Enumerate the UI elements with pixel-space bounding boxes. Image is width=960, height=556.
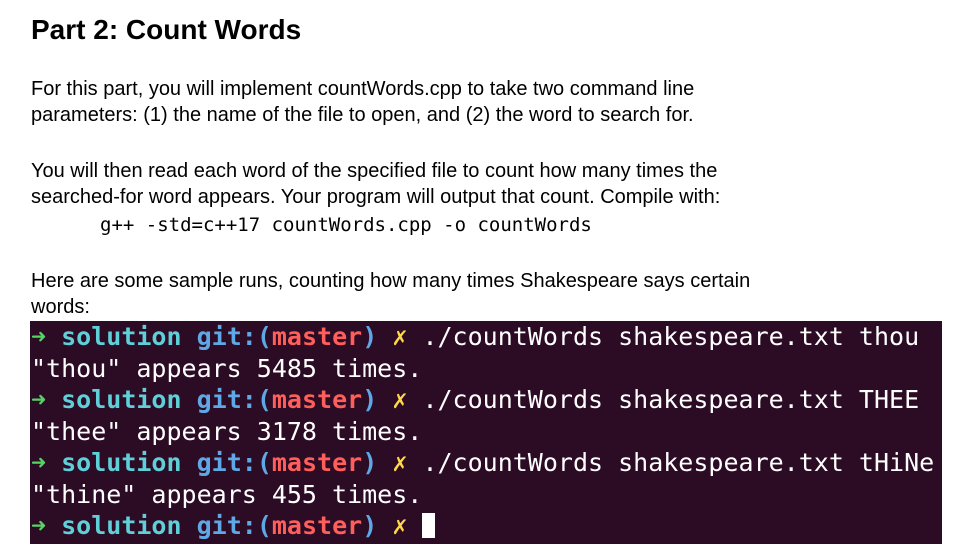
terminal-prompt-line: ➜ solution git:(master) ✗ ./countWords s… <box>30 447 942 479</box>
prompt-directory: solution <box>61 448 182 477</box>
intro-paragraph: For this part, you will implement countW… <box>31 76 931 128</box>
prompt-git-close: ) <box>362 385 378 414</box>
prompt-branch: master <box>271 448 363 477</box>
intro-line-2: parameters: (1) the name of the file to … <box>31 104 694 126</box>
prompt-git-label: git:( <box>196 322 272 351</box>
compile-command: g++ -std=c++17 countWords.cpp -o countWo… <box>100 214 592 236</box>
prompt-arrow-icon: ➜ <box>31 385 47 414</box>
terminal-prompt-line: ➜ solution git:(master) ✗ ./countWords s… <box>30 321 942 353</box>
prompt-dirty-icon: ✗ <box>392 385 408 414</box>
terminal-screenshot: ➜ solution git:(master) ✗ ./countWords s… <box>30 321 942 544</box>
prompt-arrow-icon: ➜ <box>31 511 47 540</box>
prompt-arrow-icon: ➜ <box>31 322 47 351</box>
terminal-prompt-line: ➜ solution git:(master) ✗ ./countWords s… <box>30 384 942 416</box>
terminal-output: "thou" appears 5485 times. <box>31 353 423 383</box>
samples-paragraph: Here are some sample runs, counting how … <box>31 268 931 320</box>
description-line-2: searched-for word appears. Your program … <box>31 186 721 208</box>
samples-line-2: words: <box>31 296 90 318</box>
terminal-command: ./countWords shakespeare.txt tHiNe <box>422 448 935 477</box>
prompt-directory: solution <box>61 322 182 351</box>
prompt-git-close: ) <box>362 511 378 540</box>
prompt-git-label: git:( <box>196 448 272 477</box>
prompt-dirty-icon: ✗ <box>392 322 408 351</box>
prompt-git-close: ) <box>362 322 378 351</box>
prompt-branch: master <box>271 385 363 414</box>
prompt-branch: master <box>271 322 363 351</box>
prompt-directory: solution <box>61 385 182 414</box>
prompt-git-label: git:( <box>196 511 272 540</box>
prompt-git-label: git:( <box>196 385 272 414</box>
prompt-dirty-icon: ✗ <box>392 511 408 540</box>
prompt-git-close: ) <box>362 448 378 477</box>
prompt-arrow-icon: ➜ <box>31 448 47 477</box>
description-line-1: You will then read each word of the spec… <box>31 160 718 182</box>
terminal-command: ./countWords shakespeare.txt thou <box>422 322 920 351</box>
page-title: Part 2: Count Words <box>31 14 302 45</box>
samples-line-1: Here are some sample runs, counting how … <box>31 270 751 292</box>
prompt-dirty-icon: ✗ <box>392 448 408 477</box>
terminal-prompt-line: ➜ solution git:(master) ✗ <box>30 510 942 542</box>
terminal-cursor <box>422 513 436 538</box>
terminal-output: "thine" appears 455 times. <box>31 479 423 509</box>
terminal-command: ./countWords shakespeare.txt THEE <box>422 385 920 414</box>
intro-line-1: For this part, you will implement countW… <box>31 78 695 100</box>
description-paragraph: You will then read each word of the spec… <box>31 158 931 210</box>
prompt-branch: master <box>271 511 363 540</box>
prompt-directory: solution <box>61 511 182 540</box>
terminal-output: "thee" appears 3178 times. <box>31 416 423 446</box>
